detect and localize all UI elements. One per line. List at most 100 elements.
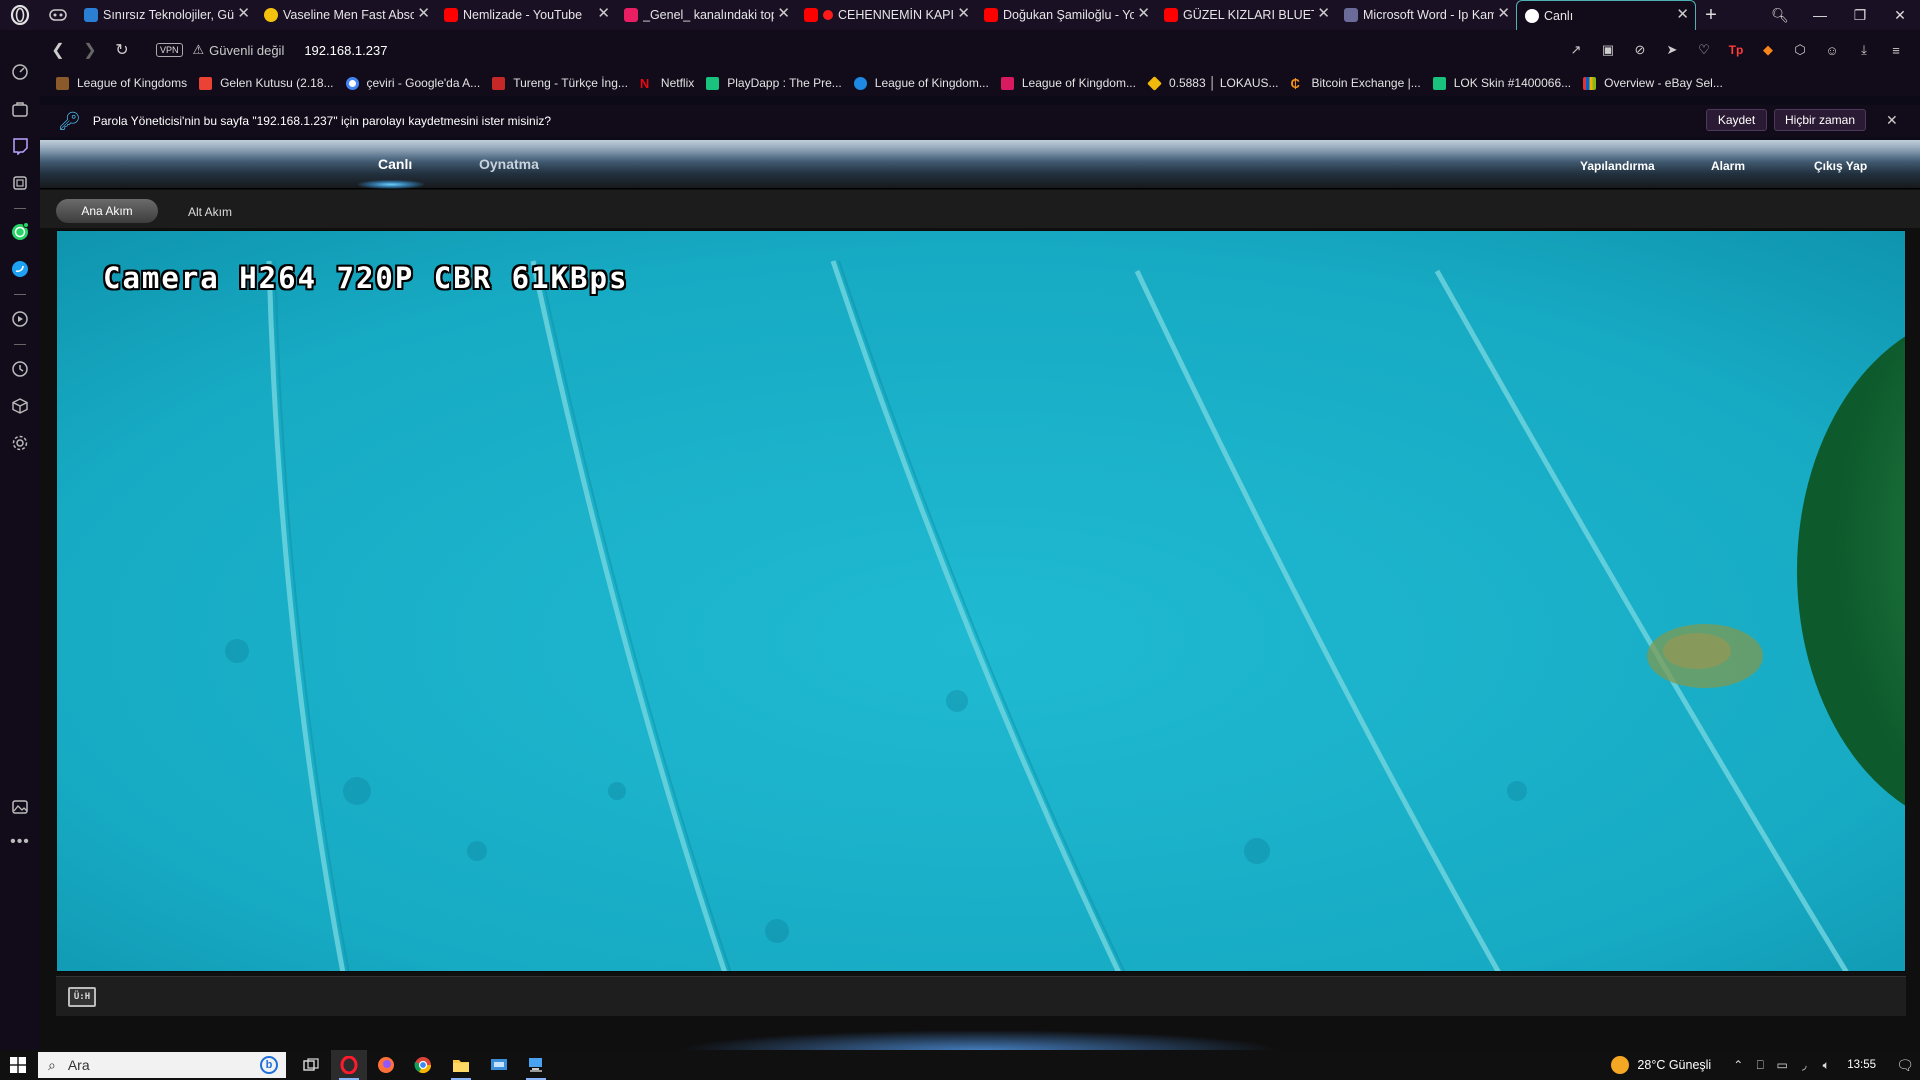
back-icon[interactable]: ❮: [42, 34, 74, 66]
opera-taskbar-icon[interactable]: [331, 1050, 367, 1080]
bookmark-item[interactable]: N Netflix: [640, 76, 694, 90]
weather-label: 28°C Güneşli: [1637, 1058, 1712, 1072]
profile-icon[interactable]: ☺: [1822, 40, 1842, 60]
taskbar-search-input[interactable]: ⌕ Ara b: [38, 1052, 286, 1078]
browser-tab[interactable]: CEHENNEMİN KAPI ✕: [796, 0, 976, 30]
close-tab-icon[interactable]: ✕: [777, 6, 790, 21]
restore-icon[interactable]: ❐: [1840, 0, 1880, 30]
browser-tab-active[interactable]: Canlı ✕: [1516, 0, 1696, 30]
bookmark-item[interactable]: çeviri - Google'da A...: [345, 76, 480, 90]
tab-search-icon[interactable]: 🔍︎: [1760, 0, 1800, 30]
workspaces-icon[interactable]: [40, 0, 76, 30]
new-tab-button[interactable]: +: [1696, 0, 1726, 30]
easy-setup-icon[interactable]: ≡: [1886, 40, 1906, 60]
windows-start-icon[interactable]: [0, 1050, 36, 1080]
close-icon[interactable]: ✕: [1886, 112, 1898, 129]
forward-icon[interactable]: ❯: [74, 34, 106, 66]
browser-tab[interactable]: Sınırsız Teknolojiler, Gü ✕: [76, 0, 256, 30]
tab-playback[interactable]: Oynatma: [479, 156, 539, 172]
twitter-icon[interactable]: [8, 257, 32, 281]
shopping-icon[interactable]: [8, 97, 32, 121]
tab-live[interactable]: Canlı: [378, 156, 412, 172]
download-icon[interactable]: ⤓: [1854, 40, 1874, 60]
speed-dial-icon[interactable]: [8, 60, 32, 84]
task-view-icon[interactable]: [293, 1050, 329, 1080]
browser-tab[interactable]: Nemlizade - YouTube ✕: [436, 0, 616, 30]
bookmark-item[interactable]: LOK Skin #1400066...: [1432, 76, 1571, 90]
wifi-icon[interactable]: ◞: [1793, 1058, 1815, 1072]
never-save-button[interactable]: Hiçbir zaman: [1774, 109, 1866, 131]
close-tab-icon[interactable]: ✕: [1317, 6, 1330, 21]
metamask-icon[interactable]: ◆: [1758, 40, 1778, 60]
more-options-icon[interactable]: •••: [8, 830, 32, 854]
history-icon[interactable]: [8, 357, 32, 381]
browser-tab[interactable]: Vaseline Men Fast Abso ✕: [256, 0, 436, 30]
snapshot-icon[interactable]: ▣: [1598, 40, 1618, 60]
bookmark-item[interactable]: Overview - eBay Sel...: [1583, 76, 1723, 90]
twitch-icon[interactable]: [8, 134, 32, 158]
opera-logo-icon[interactable]: [0, 0, 40, 30]
main-stream-button[interactable]: Ana Akım: [56, 199, 158, 223]
minimize-icon[interactable]: —: [1800, 0, 1840, 30]
youtube-icon: [1164, 8, 1178, 22]
notifications-icon[interactable]: 🗨︎: [1890, 1050, 1920, 1080]
security-indicator[interactable]: ⚠ Güvenli değil: [193, 42, 285, 58]
usb-device-icon[interactable]: ⎕: [1749, 1058, 1771, 1073]
vpn-badge[interactable]: VPN: [156, 43, 183, 57]
bing-icon[interactable]: b: [260, 1056, 278, 1074]
bookmark-item[interactable]: PlayDapp : The Pre...: [706, 76, 842, 90]
cube-icon[interactable]: [8, 394, 32, 418]
clock[interactable]: 13:55: [1847, 1059, 1876, 1071]
close-tab-icon[interactable]: ✕: [1676, 7, 1689, 22]
bookmark-item[interactable]: Gelen Kutusu (2.18...: [199, 76, 334, 90]
weather-widget[interactable]: 28°C Güneşli: [1611, 1056, 1711, 1074]
tp-extension-icon[interactable]: Tp: [1726, 40, 1746, 60]
close-tab-icon[interactable]: ✕: [417, 6, 430, 21]
google-icon: [345, 76, 359, 90]
close-tab-icon[interactable]: ✕: [957, 6, 970, 21]
nav-alarm[interactable]: Alarm: [1711, 159, 1745, 173]
settings-gear-icon[interactable]: [8, 431, 32, 455]
browser-tab[interactable]: GÜZEL KIZLARI BLUETO ✕: [1156, 0, 1336, 30]
firefox-icon[interactable]: [368, 1050, 404, 1080]
bookmark-item[interactable]: League of Kingdom...: [1000, 76, 1136, 90]
file-explorer-icon[interactable]: [443, 1050, 479, 1080]
player-icon[interactable]: [8, 307, 32, 331]
browser-tab[interactable]: Microsoft Word - Ip Kam ✕: [1336, 0, 1516, 30]
warning-icon: ⚠: [192, 42, 205, 57]
close-window-icon[interactable]: ✕: [1880, 0, 1920, 30]
image-gallery-icon[interactable]: [8, 795, 32, 819]
live-video-feed[interactable]: Camera H264 720P CBR 61KBps: [56, 230, 1906, 972]
whatsapp-icon[interactable]: [8, 220, 32, 244]
extensions-cube-icon[interactable]: ⬡: [1790, 40, 1810, 60]
close-tab-icon[interactable]: ✕: [237, 6, 250, 21]
close-tab-icon[interactable]: ✕: [1497, 6, 1510, 21]
logout-link[interactable]: Çıkış Yap: [1814, 159, 1867, 173]
adblock-icon[interactable]: ⊘: [1630, 40, 1650, 60]
browser-tab[interactable]: _Genel_ kanalındaki top ✕: [616, 0, 796, 30]
close-tab-icon[interactable]: ✕: [1137, 6, 1150, 21]
nav-configuration[interactable]: Yapılandırma: [1580, 159, 1655, 173]
fullscreen-button[interactable]: Ü:H: [68, 987, 96, 1007]
send-icon[interactable]: ➤: [1662, 40, 1682, 60]
bookmark-item[interactable]: 0.5883 │ LOKAUS...: [1147, 75, 1279, 91]
reload-icon[interactable]: ↻: [106, 34, 138, 66]
volume-icon[interactable]: 🔈︎: [1815, 1058, 1837, 1073]
chrome-icon[interactable]: [405, 1050, 441, 1080]
bookmark-item[interactable]: Tureng - Türkçe İng...: [492, 76, 628, 90]
url-field[interactable]: 192.168.1.237: [304, 43, 387, 58]
bookmark-item[interactable]: League of Kingdoms: [56, 76, 187, 90]
bookmark-item[interactable]: ₵ Bitcoin Exchange |...: [1291, 76, 1421, 90]
sub-stream-button[interactable]: Alt Akım: [188, 205, 232, 219]
remote-desktop-icon[interactable]: [518, 1050, 554, 1080]
bookmark-heart-icon[interactable]: ♡: [1694, 40, 1714, 60]
show-hidden-icons-icon[interactable]: ⌃: [1727, 1058, 1749, 1072]
extension-icon[interactable]: [8, 171, 32, 195]
bookmark-item[interactable]: League of Kingdom...: [853, 76, 989, 90]
control-panel-icon[interactable]: [481, 1050, 517, 1080]
browser-tab[interactable]: Doğukan Şamiloğlu - Yo ✕: [976, 0, 1156, 30]
save-password-button[interactable]: Kaydet: [1706, 109, 1767, 131]
share-icon[interactable]: ↗: [1566, 40, 1586, 60]
battery-icon[interactable]: ▭: [1771, 1058, 1793, 1072]
close-tab-icon[interactable]: ✕: [597, 6, 610, 21]
